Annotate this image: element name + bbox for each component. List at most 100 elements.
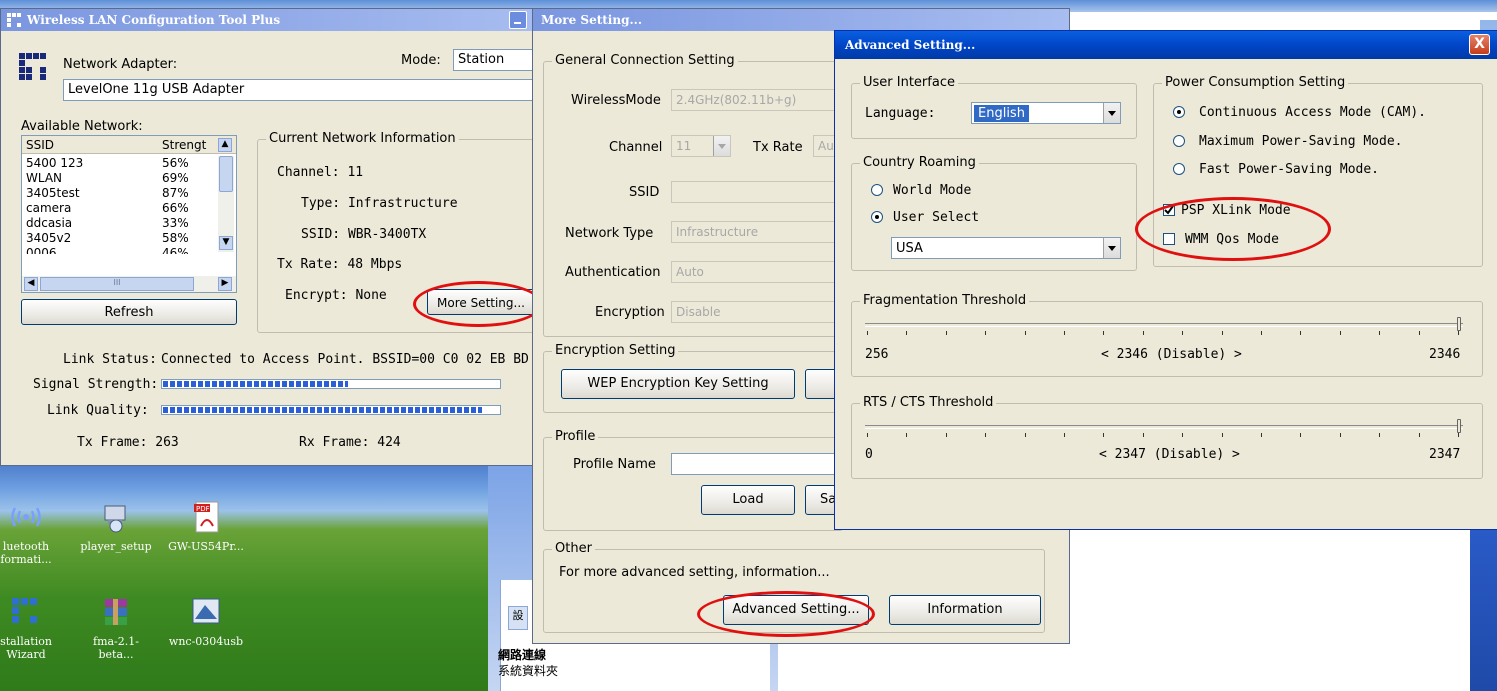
desktop-icon-installation-wizard[interactable]: stallation Wizard — [0, 595, 66, 661]
slider-tick — [1064, 331, 1065, 335]
list-item[interactable]: camera — [26, 201, 71, 215]
user-select-radio[interactable] — [871, 211, 883, 223]
desktop-icon-wnc[interactable]: wnc-0304usb — [166, 595, 246, 648]
advanced-setting-titlebar[interactable]: Advanced Setting... — [835, 31, 1497, 59]
chevron-down-icon[interactable]: ▼ — [219, 236, 233, 250]
background-taskpane — [1470, 520, 1497, 691]
slider-tick — [906, 331, 908, 335]
column-header-ssid[interactable]: SSID — [26, 138, 54, 152]
information-button[interactable]: Information — [889, 595, 1041, 625]
window-title: Wireless LAN Configuration Tool Plus — [27, 13, 281, 27]
slider-tick — [945, 433, 947, 437]
vertical-scrollbar[interactable]: ▼ — [218, 156, 234, 252]
country-select[interactable]: USA — [891, 237, 1121, 259]
desktop-icon-bluetooth[interactable]: luetooth formati... — [0, 500, 66, 566]
close-icon: X — [1474, 36, 1485, 52]
chevron-right-icon[interactable]: ▶ — [218, 277, 232, 291]
horizontal-scrollbar[interactable]: ◀ III ▶ — [22, 276, 236, 292]
cam-label: Continuous Access Mode (CAM). — [1199, 105, 1426, 120]
slider-tick — [867, 433, 868, 437]
chevron-up-icon[interactable]: ▲ — [218, 138, 232, 152]
close-button[interactable]: X — [1469, 34, 1490, 55]
wep-key-setting-button[interactable]: WEP Encryption Key Setting — [561, 369, 795, 399]
desktop-icon-label: formati... — [0, 553, 52, 566]
network-type-label: Network Type — [565, 226, 654, 241]
annotation-circle — [1135, 197, 1331, 261]
group-label: Country Roaming — [860, 155, 979, 170]
slider-tick — [1300, 433, 1302, 437]
mode-field[interactable]: Station — [453, 49, 541, 71]
slider-tick — [985, 331, 987, 335]
slider-tick — [1339, 331, 1341, 335]
desktop-icon-fma[interactable]: fma-2.1-beta... — [76, 595, 156, 661]
encryption-select[interactable]: Disable — [671, 301, 841, 323]
desktop-icon-label: player_setup — [80, 540, 152, 553]
language-select[interactable]: English — [971, 102, 1121, 124]
tx-rate-label: Tx Rate — [753, 140, 803, 155]
wireless-mode-select[interactable]: 2.4GHz(802.11b+g) — [671, 89, 841, 111]
rts-value: < 2347 (Disable) > — [1099, 447, 1240, 462]
list-item[interactable]: 3405v2 — [26, 231, 71, 245]
list-item[interactable]: 0006 — [26, 246, 57, 254]
list-item[interactable]: 5400 123 — [26, 156, 83, 170]
slider-tick — [1103, 331, 1105, 335]
slider-tick — [906, 433, 908, 437]
rts-slider-thumb[interactable] — [1457, 419, 1461, 433]
authentication-select[interactable]: Auto — [671, 261, 841, 283]
ssid-field[interactable] — [671, 181, 841, 203]
group-label: Encryption Setting — [552, 343, 679, 358]
refresh-button[interactable]: Refresh — [21, 299, 237, 325]
wlan-config-window: Wireless LAN Configuration Tool Plus Net… — [0, 8, 543, 466]
desktop-icon-player-setup[interactable]: player_setup — [76, 500, 156, 553]
rx-frame-value: Rx Frame: 424 — [299, 435, 401, 450]
slider-tick — [1103, 433, 1105, 437]
tx-rate-value: Tx Rate: 48 Mbps — [277, 257, 403, 272]
slider-tick — [1339, 433, 1341, 437]
rts-cts-threshold-group: RTS / CTS Threshold — [851, 395, 1483, 479]
world-mode-radio[interactable] — [871, 184, 883, 196]
profile-name-input[interactable] — [671, 453, 841, 475]
scroll-thumb[interactable]: III — [40, 277, 194, 291]
fragmentation-slider-thumb[interactable] — [1457, 317, 1461, 331]
svg-text:PDF: PDF — [196, 505, 210, 513]
slider-tick — [1418, 331, 1420, 335]
group-label: Profile — [552, 429, 599, 444]
list-item[interactable]: WLAN — [26, 171, 62, 185]
chevron-down-icon[interactable] — [1103, 238, 1120, 258]
more-setting-titlebar[interactable]: More Setting... — [533, 9, 1069, 31]
channel-select[interactable]: 11 — [671, 135, 731, 157]
slider-tick — [1221, 433, 1223, 437]
fast-power-saving-radio[interactable] — [1173, 163, 1185, 175]
group-label: Power Consumption Setting — [1162, 75, 1349, 90]
load-button[interactable]: Load — [701, 485, 795, 515]
rts-slider[interactable] — [865, 425, 1463, 429]
group-label: User Interface — [860, 75, 958, 90]
link-quality-label: Link Quality: — [47, 403, 149, 418]
group-label: Other — [552, 541, 595, 556]
list-item[interactable]: 3405test — [26, 186, 80, 200]
explorer-tab[interactable]: 設 — [508, 606, 528, 630]
network-list[interactable]: SSID Strengt ▲ 5400 123 56% WLAN 69% 340… — [21, 135, 237, 293]
chevron-down-icon[interactable] — [713, 136, 730, 156]
levelone-icon — [12, 598, 37, 623]
adapter-select[interactable]: LevelOne 11g USB Adapter — [63, 79, 541, 101]
network-type-select[interactable]: Infrastructure — [671, 221, 841, 243]
ssid-value: SSID: WBR-3400TX — [301, 227, 427, 242]
column-header-strength[interactable]: Strengt — [162, 138, 206, 152]
list-item-strength: 46% — [162, 246, 189, 254]
chevron-left-icon[interactable]: ◀ — [24, 277, 38, 291]
wlan-config-titlebar[interactable]: Wireless LAN Configuration Tool Plus — [1, 9, 539, 31]
group-label: General Connection Setting — [552, 53, 738, 68]
list-item[interactable]: ddcasia — [26, 216, 72, 230]
cam-radio[interactable] — [1173, 106, 1185, 118]
profile-group: Profile — [543, 429, 843, 531]
desktop-icon-label: GW-US54Pr... — [168, 540, 244, 553]
fragmentation-slider[interactable] — [865, 323, 1463, 327]
desktop-icon-pdf[interactable]: PDF GW-US54Pr... — [166, 500, 246, 553]
installer-icon — [104, 505, 126, 533]
link-quality-meter — [161, 405, 501, 415]
chevron-down-icon[interactable] — [1103, 103, 1120, 123]
scroll-thumb[interactable] — [219, 156, 233, 192]
max-power-saving-radio[interactable] — [1173, 135, 1185, 147]
minimize-button[interactable] — [509, 11, 527, 29]
